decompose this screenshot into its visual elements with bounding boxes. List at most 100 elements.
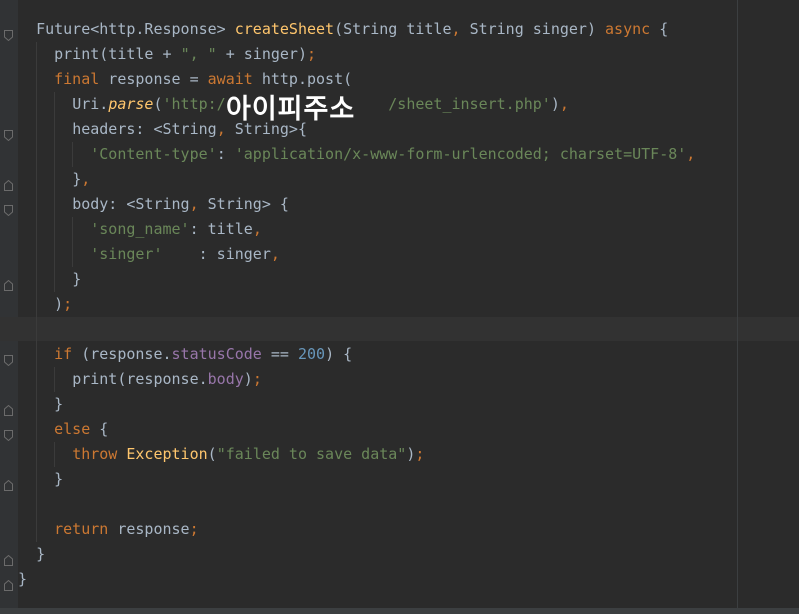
fold-end-icon[interactable] [4, 474, 13, 491]
code-token: { [90, 420, 109, 438]
code-token: , [270, 245, 280, 263]
code-token: else [54, 420, 91, 438]
code-text: } [18, 392, 63, 417]
code-line[interactable]: } [0, 467, 799, 492]
code-token: } [54, 470, 64, 488]
code-token: headers: <String [72, 120, 217, 138]
code-text: } [18, 567, 27, 592]
code-token: await [207, 70, 253, 88]
code-text: print(title + ", " + singer); [18, 42, 316, 67]
code-line[interactable]: } [0, 267, 799, 292]
code-text: } [18, 467, 63, 492]
code-line[interactable]: print(title + ", " + singer); [0, 42, 799, 67]
code-text: Future<http.Response> createSheet(String… [18, 17, 668, 42]
code-token: } [18, 570, 28, 588]
code-token: Uri. [72, 95, 109, 113]
code-text: if (response.statusCode == 200) { [18, 342, 352, 367]
code-token: parse [108, 95, 154, 113]
code-token: ; [415, 445, 425, 463]
code-token: 'application/x-www-form-urlencoded; char… [234, 145, 687, 163]
code-line[interactable]: else { [0, 417, 799, 442]
code-token: , [451, 20, 470, 38]
code-line[interactable]: } [0, 567, 799, 592]
code-token: 'song_name' [90, 220, 190, 238]
code-line[interactable]: if (response.statusCode == 200) { [0, 342, 799, 367]
fold-end-icon[interactable] [4, 174, 13, 191]
code-token: 'singer' [90, 245, 163, 263]
code-line[interactable] [0, 317, 799, 342]
fold-expanded-icon[interactable] [4, 424, 13, 442]
code-editor[interactable]: Future<http.Response> createSheet(String… [0, 17, 799, 592]
code-token: String singer) [469, 20, 606, 38]
code-line[interactable]: final response = await http.post( [0, 67, 799, 92]
code-token: Exception [126, 445, 208, 463]
code-line[interactable]: 'song_name': title, [0, 217, 799, 242]
code-line[interactable]: } [0, 392, 799, 417]
code-token: } [36, 545, 46, 563]
code-token: 200 [297, 345, 326, 363]
code-token: createSheet [234, 20, 335, 38]
code-line[interactable]: headers: <String, String>{ [0, 117, 799, 142]
code-line[interactable] [0, 492, 799, 517]
code-token: + singer) [216, 45, 307, 63]
fold-end-icon[interactable] [4, 574, 13, 591]
code-token: } [72, 170, 82, 188]
code-token: ) [243, 370, 253, 388]
code-token: body [207, 370, 244, 388]
code-token: (String title [334, 20, 452, 38]
code-line[interactable]: 'singer' : singer, [0, 242, 799, 267]
code-text: 'singer' : singer, [18, 242, 280, 267]
code-token: print(title + [54, 45, 181, 63]
code-text: throw Exception("failed to save data"); [18, 442, 424, 467]
code-line[interactable]: ); [0, 292, 799, 317]
code-token: return [54, 520, 109, 538]
ip-address-overlay-label: 아이피주소 [226, 94, 356, 125]
code-token: /sheet_insert.php' [388, 95, 551, 113]
fold-expanded-icon[interactable] [4, 24, 13, 42]
code-token: == [261, 345, 298, 363]
code-line[interactable]: Uri.parse('http:/ /sheet_insert.php'), [0, 92, 799, 117]
code-token: ; [63, 295, 73, 313]
code-token: ; [252, 370, 262, 388]
code-token: , [559, 95, 569, 113]
code-line[interactable]: }, [0, 167, 799, 192]
code-token: , [686, 145, 696, 163]
code-text: } [18, 542, 45, 567]
code-token: : title [189, 220, 253, 238]
horizontal-scrollbar[interactable] [0, 608, 799, 614]
fold-expanded-icon[interactable] [4, 349, 13, 367]
code-token: "failed to save data" [216, 445, 407, 463]
fold-end-icon[interactable] [4, 274, 13, 291]
fold-expanded-icon[interactable] [4, 124, 13, 142]
code-text: body: <String, String> { [18, 192, 289, 217]
code-line[interactable]: Future<http.Response> createSheet(String… [0, 17, 799, 42]
code-token: if [54, 345, 73, 363]
code-line[interactable]: print(response.body); [0, 367, 799, 392]
code-line[interactable]: return response; [0, 517, 799, 542]
code-token: final [54, 70, 100, 88]
code-text: return response; [18, 517, 199, 542]
code-token: (response. [72, 345, 172, 363]
code-text: 'Content-type': 'application/x-www-form-… [18, 142, 695, 167]
code-token: 'http:/ [162, 95, 226, 113]
code-token: http.post( [252, 70, 353, 88]
code-line[interactable]: 'Content-type': 'application/x-www-form-… [0, 142, 799, 167]
code-text: print(response.body); [18, 367, 262, 392]
code-token: ) { [325, 345, 353, 363]
code-token: , [252, 220, 262, 238]
fold-end-icon[interactable] [4, 399, 13, 416]
fold-end-icon[interactable] [4, 549, 13, 566]
code-token: throw [72, 445, 118, 463]
code-token: ; [189, 520, 199, 538]
code-token: String> { [207, 195, 289, 213]
code-text: } [18, 267, 81, 292]
code-token: , [81, 170, 91, 188]
code-line[interactable]: } [0, 542, 799, 567]
fold-expanded-icon[interactable] [4, 199, 13, 217]
code-text: 'song_name': title, [18, 217, 262, 242]
code-line[interactable]: body: <String, String> { [0, 192, 799, 217]
code-token: 'Content-type' [90, 145, 217, 163]
code-token: async [605, 20, 651, 38]
code-token: : [216, 145, 235, 163]
code-line[interactable]: throw Exception("failed to save data"); [0, 442, 799, 467]
